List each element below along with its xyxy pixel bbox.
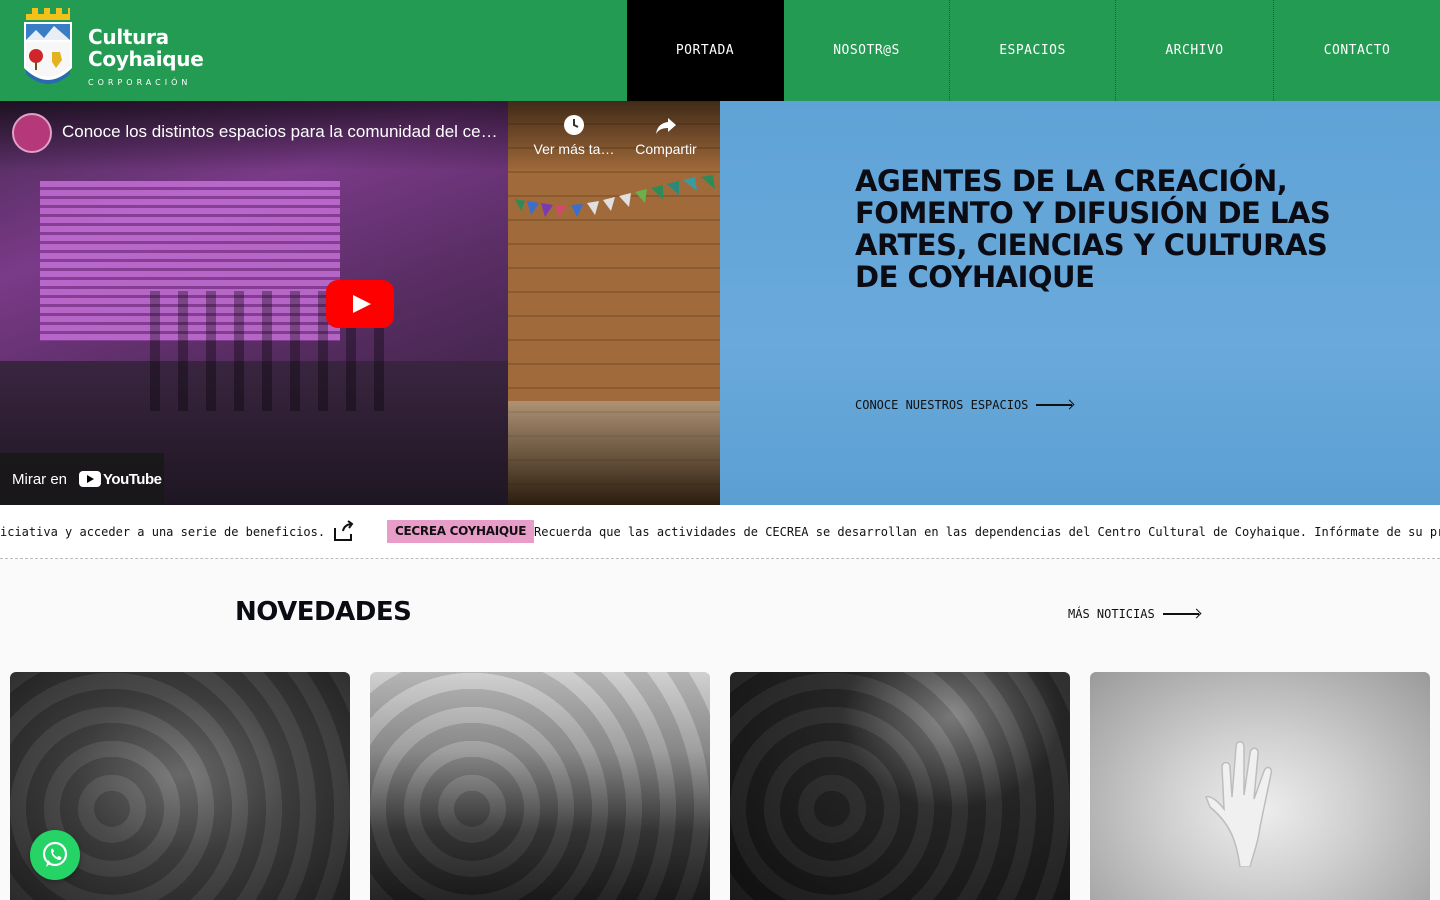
watch-later-label: Ver más ta… (533, 141, 615, 157)
hero-cta-link[interactable]: CONOCE NUESTROS ESPACIOS (855, 398, 1074, 412)
more-news-link[interactable]: MÁS NOTICIAS (1068, 607, 1201, 621)
news-card[interactable] (370, 672, 710, 900)
channel-avatar[interactable] (12, 113, 52, 153)
youtube-logo: YouTube (79, 470, 162, 488)
section-title-novedades: NOVEDADES (235, 597, 412, 627)
bunting-flags (515, 175, 715, 217)
video-title[interactable]: Conoce los distintos espacios para la co… (62, 122, 522, 142)
brand-line1: Cultura (88, 25, 169, 49)
clock-icon (564, 115, 584, 135)
brand-line2: Coyhaique (88, 47, 204, 71)
video-table (508, 401, 720, 505)
youtube-wordmark: YouTube (103, 470, 162, 488)
logo[interactable]: Cultura Coyhaique CORPORACIÓN (22, 8, 222, 94)
main-nav: PORTADA NOSOTR@S ESPACIOS ARCHIVO CONTAC… (627, 0, 1440, 101)
nav-contacto[interactable]: CONTACTO (1274, 0, 1440, 101)
ticker-badge[interactable]: CECREA COYHAIQUE (387, 520, 535, 543)
news-card[interactable] (1090, 672, 1430, 900)
share-label: Compartir (635, 141, 697, 157)
news-ticker: iciativa y acceder a una serie de benefi… (0, 505, 1440, 559)
youtube-logo-icon (79, 471, 102, 487)
hero-cta-label: CONOCE NUESTROS ESPACIOS (855, 398, 1029, 412)
news-card-image (370, 672, 710, 900)
share-icon (656, 118, 676, 134)
share-box-icon[interactable] (331, 520, 355, 542)
nav-portada[interactable]: PORTADA (627, 0, 784, 101)
nav-espacios[interactable]: ESPACIOS (950, 0, 1116, 101)
ticker-text-after[interactable]: Recuerda que las actividades de CECREA s… (534, 525, 1440, 539)
hero-heading: AGENTES DE LA CREACIÓN, FOMENTO Y DIFUSI… (855, 164, 1331, 294)
whatsapp-icon (42, 841, 68, 867)
watch-on-youtube-button[interactable]: Mirar en YouTube (0, 453, 164, 505)
watch-on-label: Mirar en (12, 470, 68, 488)
news-card[interactable] (730, 672, 1070, 900)
crest-logo (24, 8, 72, 84)
brand-name: Cultura Coyhaique (88, 25, 204, 71)
ticker-text-before[interactable]: iciativa y acceder a una serie de benefi… (0, 525, 325, 539)
youtube-embed[interactable]: Conoce los distintos espacios para la co… (0, 101, 720, 505)
site-header: Cultura Coyhaique CORPORACIÓN PORTADA NO… (0, 0, 1440, 101)
youtube-play-icon[interactable] (326, 280, 394, 328)
hero-panel: AGENTES DE LA CREACIÓN, FOMENTO Y DIFUSI… (720, 101, 1440, 505)
watch-later-button[interactable]: Ver más ta… (529, 113, 619, 157)
more-news-label: MÁS NOTICIAS (1068, 607, 1155, 621)
share-button[interactable]: Compartir (621, 113, 711, 157)
brand-sub: CORPORACIÓN (88, 78, 192, 87)
nav-archivo[interactable]: ARCHIVO (1116, 0, 1274, 101)
hand-image (1205, 741, 1273, 867)
whatsapp-button[interactable] (30, 830, 80, 880)
arrow-right-icon (1036, 400, 1074, 410)
news-card-image (730, 672, 1070, 900)
arrow-right-icon (1162, 609, 1201, 619)
nav-nosotros[interactable]: NOSOTR@S (784, 0, 950, 101)
